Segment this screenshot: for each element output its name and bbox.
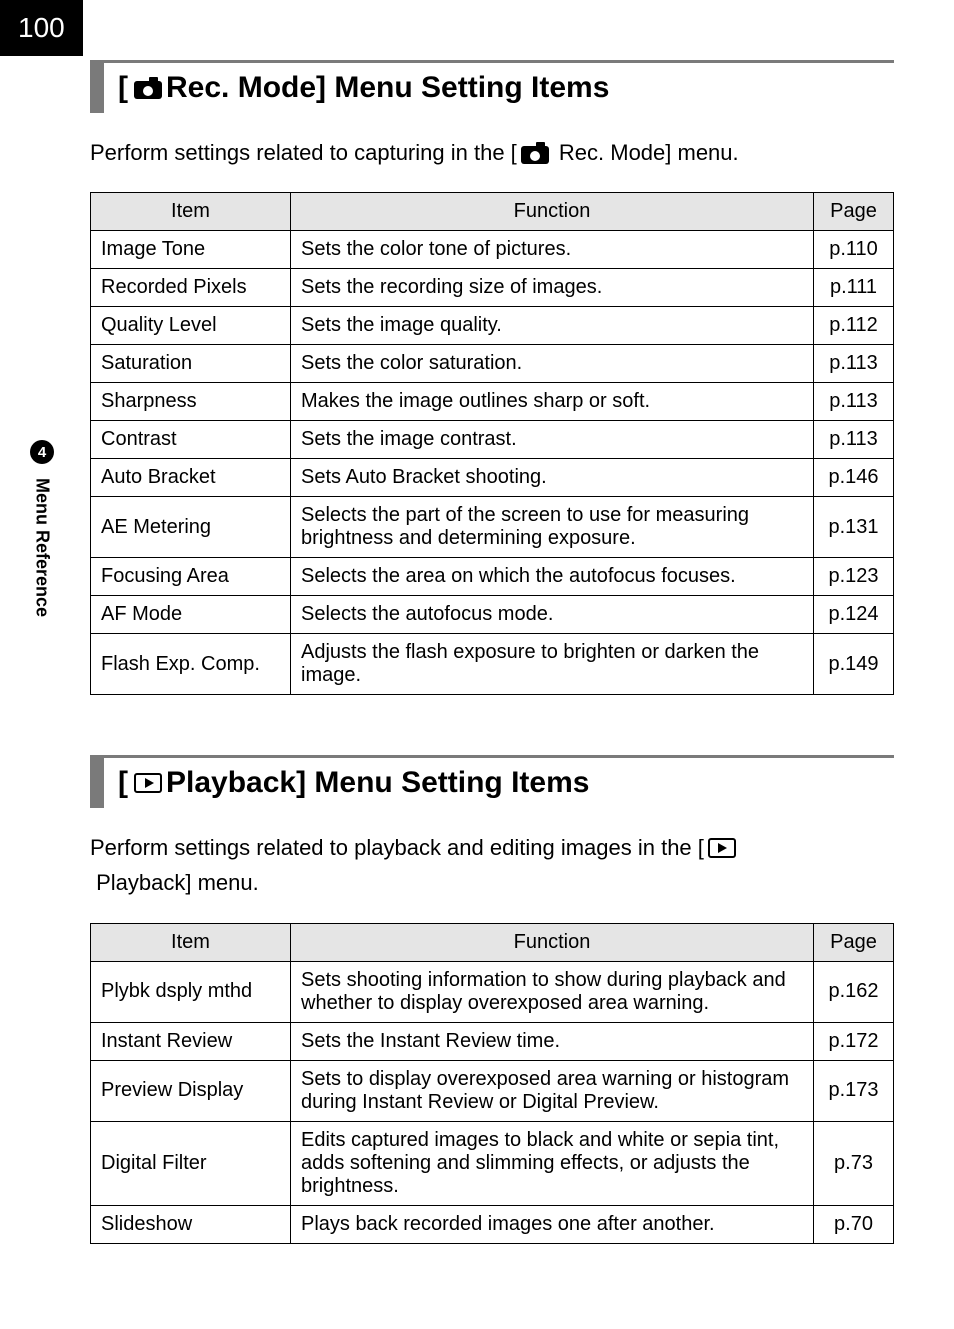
page-cell: p.113 — [814, 421, 894, 459]
function-cell: Sets the image contrast. — [291, 421, 814, 459]
item-cell: Recorded Pixels — [91, 269, 291, 307]
rec-mode-title-text: Rec. Mode] Menu Setting Items — [166, 71, 609, 105]
table-row: Auto BracketSets Auto Bracket shooting.p… — [91, 459, 894, 497]
page-cell: p.162 — [814, 961, 894, 1022]
table-header-page: Page — [814, 923, 894, 961]
function-cell: Sets the color tone of pictures. — [291, 231, 814, 269]
intro-text-after: Rec. Mode] menu. — [553, 135, 739, 170]
function-cell: Sets the recording size of images. — [291, 269, 814, 307]
page-number: 100 — [0, 0, 83, 56]
page-cell: p.149 — [814, 634, 894, 695]
item-cell: Plybk dsply mthd — [91, 961, 291, 1022]
item-cell: Auto Bracket — [91, 459, 291, 497]
item-cell: Preview Display — [91, 1060, 291, 1121]
page-cell: p.113 — [814, 383, 894, 421]
table-header-page: Page — [814, 193, 894, 231]
playback-table: Item Function Page Plybk dsply mthdSets … — [90, 923, 894, 1244]
table-header-item: Item — [91, 923, 291, 961]
item-cell: AE Metering — [91, 497, 291, 558]
item-cell: Quality Level — [91, 307, 291, 345]
function-cell: Selects the part of the screen to use fo… — [291, 497, 814, 558]
side-tab-number: 4 — [30, 440, 54, 464]
function-cell: Sets Auto Bracket shooting. — [291, 459, 814, 497]
table-header-function: Function — [291, 193, 814, 231]
intro-text-before: Perform settings related to playback and… — [90, 830, 698, 865]
table-row: Plybk dsply mthdSets shooting informatio… — [91, 961, 894, 1022]
function-cell: Adjusts the flash exposure to brighten o… — [291, 634, 814, 695]
side-tab-label: Menu Reference — [32, 478, 53, 617]
item-cell: Focusing Area — [91, 558, 291, 596]
table-row: Digital FilterEdits captured images to b… — [91, 1121, 894, 1205]
function-cell: Selects the autofocus mode. — [291, 596, 814, 634]
table-row: AF ModeSelects the autofocus mode.p.124 — [91, 596, 894, 634]
table-row: AE MeteringSelects the part of the scree… — [91, 497, 894, 558]
page-cell: p.70 — [814, 1205, 894, 1243]
table-row: Flash Exp. Comp.Adjusts the flash exposu… — [91, 634, 894, 695]
table-row: Quality LevelSets the image quality.p.11… — [91, 307, 894, 345]
intro-text-before: Perform settings related to capturing in… — [90, 135, 517, 170]
camera-icon — [521, 142, 549, 164]
rec-mode-intro: Perform settings related to capturing in… — [90, 135, 894, 170]
item-cell: AF Mode — [91, 596, 291, 634]
playback-section-header: [ Playback] Menu Setting Items — [90, 755, 894, 808]
playback-title-text: Playback] Menu Setting Items — [166, 766, 589, 800]
function-cell: Sets the Instant Review time. — [291, 1022, 814, 1060]
table-row: Focusing AreaSelects the area on which t… — [91, 558, 894, 596]
camera-icon — [134, 77, 162, 99]
rec-mode-section-header: [ Rec. Mode] Menu Setting Items — [90, 60, 894, 113]
page-cell: p.131 — [814, 497, 894, 558]
table-row: ContrastSets the image contrast.p.113 — [91, 421, 894, 459]
intro-bracket: [ — [698, 830, 704, 865]
table-header-function: Function — [291, 923, 814, 961]
title-bracket: [ — [118, 766, 128, 800]
table-row: Image ToneSets the color tone of picture… — [91, 231, 894, 269]
table-row: Instant ReviewSets the Instant Review ti… — [91, 1022, 894, 1060]
page-cell: p.112 — [814, 307, 894, 345]
page-cell: p.123 — [814, 558, 894, 596]
playback-intro: Perform settings related to playback and… — [90, 830, 894, 900]
page-cell: p.73 — [814, 1121, 894, 1205]
function-cell: Sets the color saturation. — [291, 345, 814, 383]
intro-text-after: Playback] menu. — [90, 865, 259, 900]
page-cell: p.172 — [814, 1022, 894, 1060]
rec-mode-table: Item Function Page Image ToneSets the co… — [90, 192, 894, 695]
item-cell: Slideshow — [91, 1205, 291, 1243]
page-cell: p.110 — [814, 231, 894, 269]
item-cell: Sharpness — [91, 383, 291, 421]
page-cell: p.173 — [814, 1060, 894, 1121]
side-tab: 4 Menu Reference — [30, 440, 54, 617]
function-cell: Edits captured images to black and white… — [291, 1121, 814, 1205]
playback-icon — [134, 773, 162, 793]
playback-icon — [708, 838, 736, 858]
page-cell: p.146 — [814, 459, 894, 497]
table-header-item: Item — [91, 193, 291, 231]
page-cell: p.124 — [814, 596, 894, 634]
page-cell: p.113 — [814, 345, 894, 383]
table-row: SharpnessMakes the image outlines sharp … — [91, 383, 894, 421]
function-cell: Makes the image outlines sharp or soft. — [291, 383, 814, 421]
item-cell: Flash Exp. Comp. — [91, 634, 291, 695]
function-cell: Sets shooting information to show during… — [291, 961, 814, 1022]
item-cell: Digital Filter — [91, 1121, 291, 1205]
function-cell: Sets to display overexposed area warning… — [291, 1060, 814, 1121]
item-cell: Instant Review — [91, 1022, 291, 1060]
page-cell: p.111 — [814, 269, 894, 307]
table-row: Preview DisplaySets to display overexpos… — [91, 1060, 894, 1121]
item-cell: Contrast — [91, 421, 291, 459]
table-row: Recorded PixelsSets the recording size o… — [91, 269, 894, 307]
item-cell: Image Tone — [91, 231, 291, 269]
title-bracket: [ — [118, 71, 128, 105]
function-cell: Selects the area on which the autofocus … — [291, 558, 814, 596]
function-cell: Plays back recorded images one after ano… — [291, 1205, 814, 1243]
table-row: SlideshowPlays back recorded images one … — [91, 1205, 894, 1243]
item-cell: Saturation — [91, 345, 291, 383]
function-cell: Sets the image quality. — [291, 307, 814, 345]
table-row: SaturationSets the color saturation.p.11… — [91, 345, 894, 383]
